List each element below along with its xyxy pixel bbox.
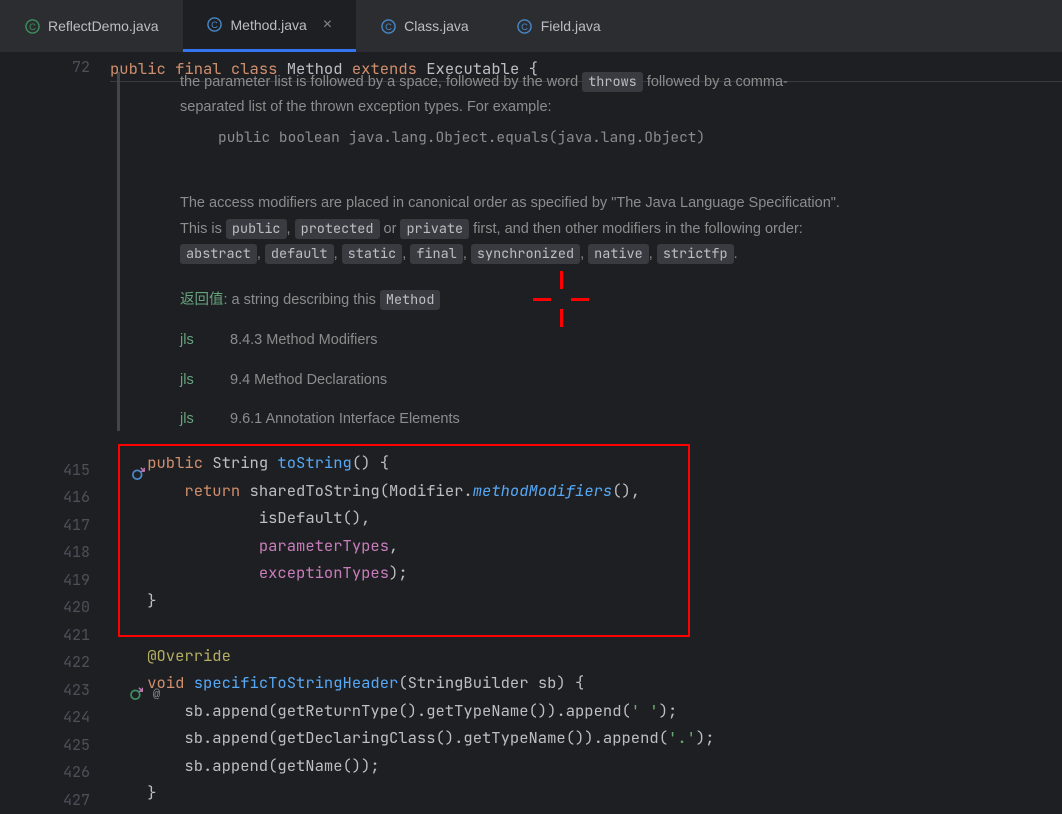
code-line[interactable]: isDefault(), [110,504,1062,532]
code-line[interactable]: sb.append(getDeclaringClass().getTypeNam… [110,724,1062,752]
line-number: 421 [0,622,90,650]
line-number: 423 @ [0,677,90,705]
class-icon: C [207,17,223,33]
line-number: 415 [0,457,90,485]
code-line[interactable]: sb.append(getReturnType().getTypeName())… [110,697,1062,725]
tab-field[interactable]: C Field.java [493,0,625,52]
class-icon: C [517,18,533,34]
doc-jls: jls8.4.3 Method Modifiers [180,330,1062,352]
code-line[interactable]: exceptionTypes); [110,559,1062,587]
code-line[interactable]: } [110,779,1062,807]
tab-class[interactable]: C Class.java [356,0,493,52]
line-number: 425 [0,732,90,760]
code-line[interactable]: void specificToStringHeader(StringBuilde… [110,669,1062,697]
code-line[interactable]: public String toString() { [110,449,1062,477]
javadoc-block: the parameter list is followed by a spac… [117,72,1062,432]
doc-text: the parameter list is followed by a spac… [180,72,1062,94]
tab-label: Field.java [541,18,601,34]
line-number: 416 [0,484,90,512]
line-number: 424 [0,704,90,732]
line-number: 418 [0,539,90,567]
line-number: 426 [0,759,90,787]
tab-label: ReflectDemo.java [48,18,159,34]
code-line[interactable]: return sharedToString(Modifier.methodMod… [110,477,1062,505]
doc-text: separated list of the thrown exception t… [180,97,1062,119]
code-line[interactable] [110,614,1062,642]
code-line[interactable]: parameterTypes, [110,532,1062,560]
doc-example: public boolean java.lang.Object.equals(j… [180,127,1062,149]
doc-returns: 返回值: a string describing this Method [180,290,1062,312]
class-icon: C [380,18,396,34]
code-line[interactable]: @Override [110,642,1062,670]
tab-method[interactable]: C Method.java × [183,0,357,52]
class-icon: C [24,18,40,34]
line-gutter: 72 415 416 417 418 419 420 421 422 423 @… [0,53,110,794]
editor-tabs: C ReflectDemo.java C Method.java × C Cla… [0,0,1062,53]
line-number: 422 [0,649,90,677]
editor-area[interactable]: 72 415 416 417 418 419 420 421 422 423 @… [0,53,1062,794]
svg-text:C: C [385,21,392,31]
svg-text:C: C [211,20,218,30]
line-number: 419 [0,567,90,595]
doc-text: This is public, protected or private fir… [180,219,1062,241]
line-number: 72 [0,54,90,82]
line-number: 420 [0,594,90,622]
tab-label: Class.java [404,18,469,34]
code-content[interactable]: public final class Method extends Execut… [110,53,1062,794]
doc-text: abstract, default, static, final, synchr… [180,244,1062,266]
line-number: 417 [0,512,90,540]
code-line[interactable]: } [110,587,1062,615]
svg-text:C: C [521,21,528,31]
line-number: 427 [0,787,90,814]
tab-reflectdemo[interactable]: C ReflectDemo.java [0,0,183,52]
doc-jls: jls9.6.1 Annotation Interface Elements [180,409,1062,431]
tab-label: Method.java [231,17,307,33]
code-line[interactable]: sb.append(getName()); [110,752,1062,780]
svg-text:C: C [29,21,36,31]
doc-text: The access modifiers are placed in canon… [180,193,1062,215]
close-icon[interactable]: × [323,16,332,34]
doc-jls: jls9.4 Method Declarations [180,370,1062,392]
